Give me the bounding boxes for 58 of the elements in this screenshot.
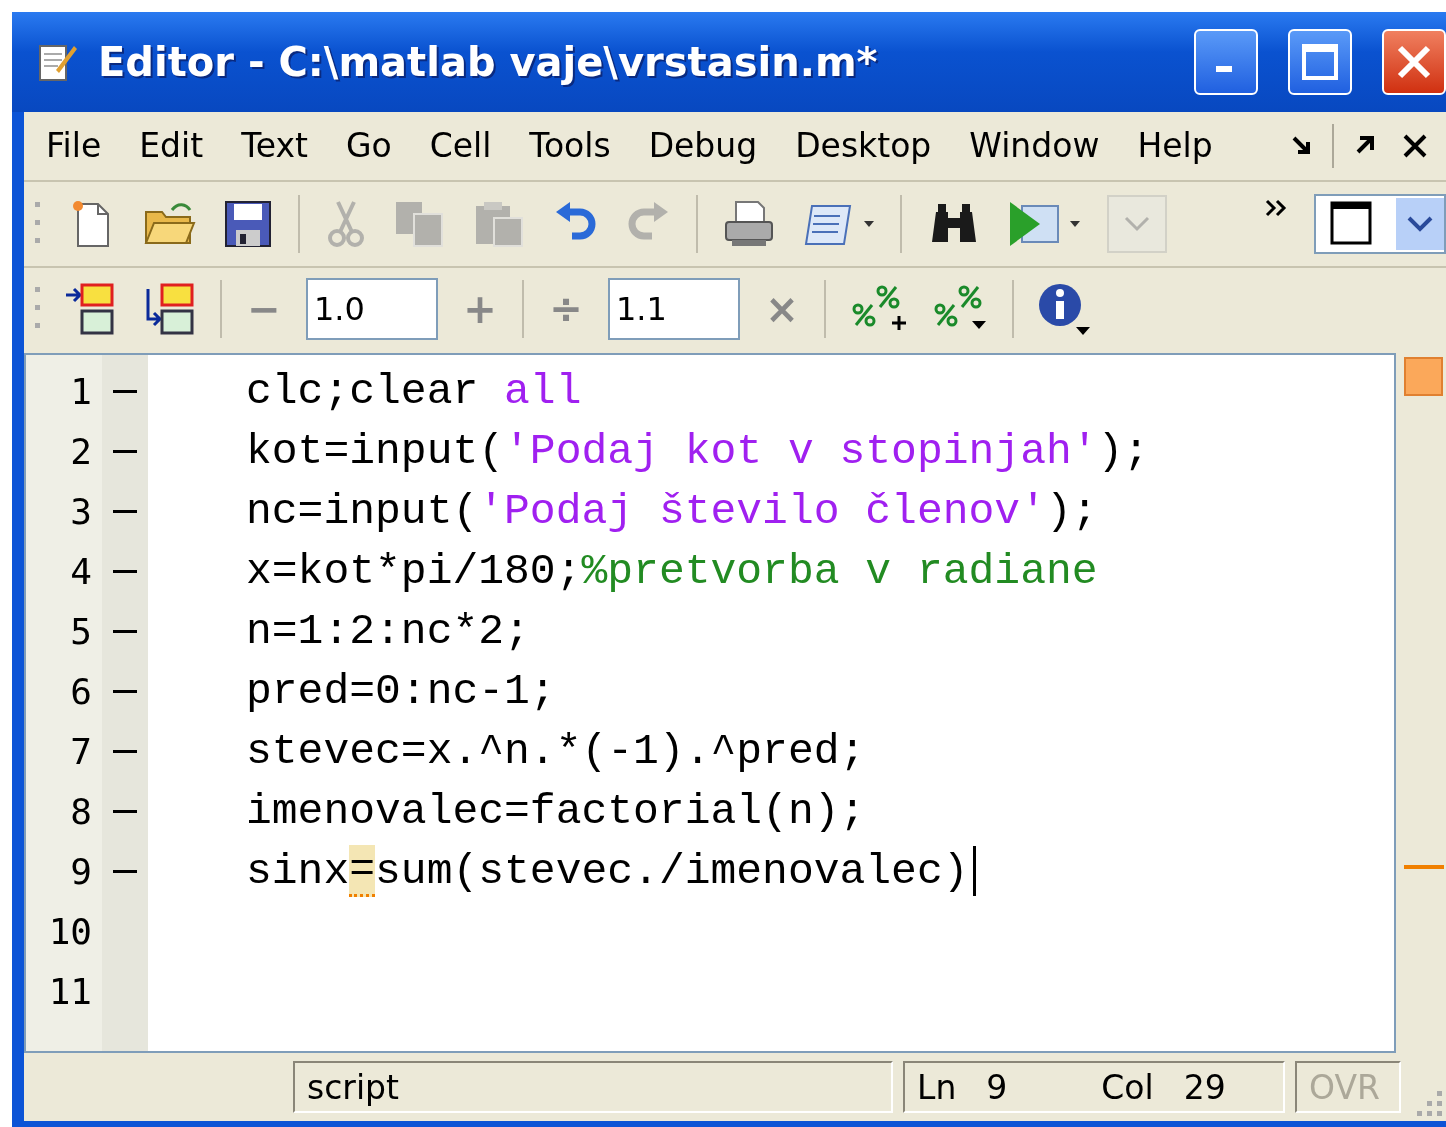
menu-item[interactable]: Text xyxy=(237,124,312,168)
number-field[interactable]: 1.0 xyxy=(306,278,438,341)
code-line: nc=input('Podaj število členov'); xyxy=(245,485,1098,538)
warning-marker-icon[interactable] xyxy=(1404,865,1444,870)
code-line: sinx=sum(stevec./imenovalec) xyxy=(148,841,976,902)
menu-item[interactable]: Debug xyxy=(644,124,762,168)
code-line: stevec=x.^n.*(-1).^pred; xyxy=(245,725,866,778)
executable-line-marker[interactable] xyxy=(113,869,137,873)
code-line: pred=0:nc-1; xyxy=(245,665,556,718)
line-number: 11 xyxy=(47,970,93,1012)
line-number: 2 xyxy=(69,430,93,472)
caret-icon[interactable] xyxy=(862,218,876,229)
maximize-icon[interactable] xyxy=(1300,42,1340,82)
layout-dropdown[interactable] xyxy=(1314,193,1446,254)
caret-icon[interactable] xyxy=(1068,218,1082,229)
code-area[interactable] xyxy=(24,353,1396,1054)
line-number: 1 xyxy=(69,370,93,412)
menu-item[interactable]: Help xyxy=(1133,124,1217,168)
line-number: 9 xyxy=(69,850,93,892)
line-number: 8 xyxy=(69,790,93,832)
overwrite-indicator: OVR xyxy=(1295,1061,1401,1114)
executable-line-marker[interactable] xyxy=(113,389,137,393)
menu-item[interactable]: Edit xyxy=(135,124,208,168)
line-number: 4 xyxy=(69,550,93,592)
code-line: x=kot*pi/180;%pretvorba v radiane xyxy=(245,545,1098,598)
menu-item[interactable]: Window xyxy=(965,124,1104,168)
line-number: 3 xyxy=(69,490,93,532)
code-line: kot=input('Podaj kot v stopinjah'); xyxy=(245,425,1150,478)
executable-line-marker[interactable] xyxy=(113,749,137,753)
column-value: 29 xyxy=(1183,1067,1226,1107)
line-number: 7 xyxy=(69,730,93,772)
window-title: Editor - C:\matlab vaje\vrstasin.m* xyxy=(98,39,878,85)
line-number: 5 xyxy=(69,610,93,652)
line-label: Ln xyxy=(917,1067,957,1107)
minimize-button[interactable] xyxy=(1194,29,1258,95)
executable-line-marker[interactable] xyxy=(113,509,137,513)
file-type-field: script xyxy=(293,1061,893,1114)
menu-item[interactable]: File xyxy=(42,124,106,168)
executable-line-marker[interactable] xyxy=(113,689,137,693)
executable-line-marker[interactable] xyxy=(113,809,137,813)
line-value: 9 xyxy=(986,1067,1008,1107)
line-number: 6 xyxy=(69,670,93,712)
number-field[interactable]: 1.1 xyxy=(608,278,740,341)
close-button[interactable] xyxy=(1382,29,1446,95)
executable-line-marker[interactable] xyxy=(113,569,137,573)
menu-item[interactable]: Go xyxy=(341,124,396,168)
menu-item[interactable]: Desktop xyxy=(791,124,936,168)
line-number: 10 xyxy=(47,910,93,952)
code-line: clc;clear all xyxy=(245,365,582,418)
menu-item[interactable]: Tools xyxy=(525,124,615,168)
executable-line-marker[interactable] xyxy=(113,449,137,453)
column-label: Col xyxy=(1101,1067,1154,1107)
code-line: imenovalec=factorial(n); xyxy=(245,785,866,838)
code-line: n=1:2:nc*2; xyxy=(245,605,530,658)
close-icon[interactable] xyxy=(1402,132,1428,159)
maximize-button[interactable] xyxy=(1288,29,1352,95)
menu-item[interactable]: Cell xyxy=(425,124,496,168)
executable-line-marker[interactable] xyxy=(113,629,137,633)
